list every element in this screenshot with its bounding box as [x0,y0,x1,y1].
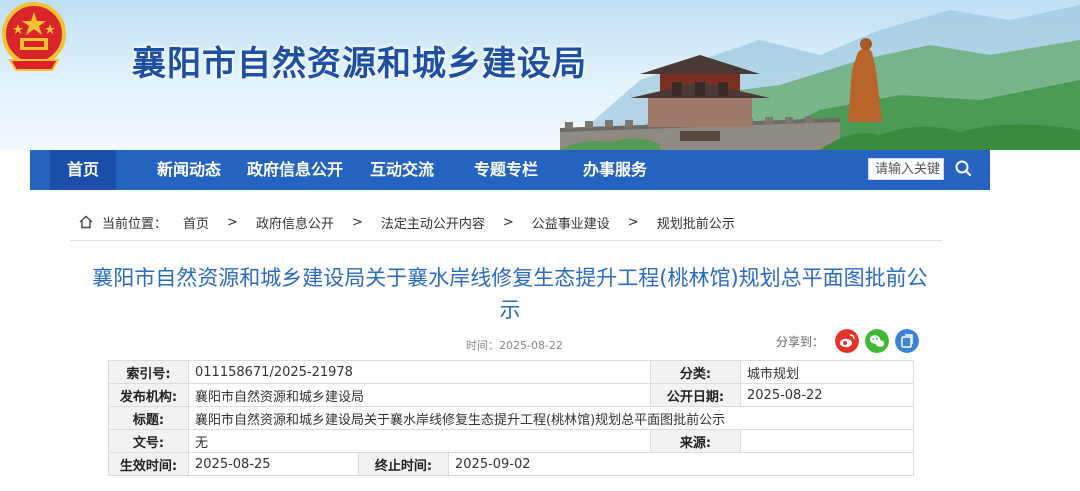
copy-share-icon[interactable] [895,329,919,353]
breadcrumb-gov-info[interactable]: 政府信息公开 [256,213,334,232]
breadcrumb-separator: > [227,214,238,230]
table-row: 标题: 襄阳市自然资源和城乡建设局关于襄水岸线修复生态提升工程(桃林馆)规划总平… [108,406,914,430]
category-label: 分类: [650,360,741,384]
nav-home[interactable]: 首页 [50,150,116,190]
publisher-label: 发布机构: [108,383,189,407]
breadcrumb-prefix: 当前位置： [102,216,168,232]
breadcrumb-public-welfare[interactable]: 公益事业建设 [532,213,610,232]
nav-news[interactable]: 新闻动态 [148,150,230,190]
site-title: 襄阳市自然资源和城乡建设局 [132,44,587,84]
breadcrumb-separator: > [351,214,363,230]
effective-value: 2025-08-25 [188,452,359,476]
article-date: 时间：2025-08-22 [466,339,563,352]
search-input[interactable]: 请输入关键 [868,158,944,180]
source-value [740,429,914,453]
expire-value: 2025-09-02 [448,452,914,476]
breadcrumb-home[interactable]: 首页 [183,213,209,232]
title-value: 襄阳市自然资源和城乡建设局关于襄水岸线修复生态提升工程(桃林馆)规划总平面图批前… [188,406,914,430]
index-value: 011158671/2025-21978 [188,360,651,384]
nav-gov-info[interactable]: 政府信息公开 [240,150,350,190]
source-label: 来源: [650,429,741,453]
national-emblem-icon [2,2,66,71]
home-icon [79,215,93,229]
breadcrumb: 当前位置： 首页 > 政府信息公开 > 法定主动公开内容 > 公益事业建设 > … [78,211,735,233]
index-label: 索引号: [108,360,189,384]
table-row: 生效时间: 2025-08-25 终止时间: 2025-09-02 [108,452,914,476]
publisher-value: 襄阳市自然资源和城乡建设局 [188,383,651,407]
docno-value: 无 [188,429,651,453]
title-label: 标题: [108,406,189,430]
nav-interaction[interactable]: 互动交流 [362,150,442,190]
article-title: 襄阳市自然资源和城乡建设局关于襄水岸线修复生态提升工程(桃林馆)规划总平面图批前… [92,266,928,322]
category-value: 城市规划 [740,360,914,384]
effective-label: 生效时间: [108,452,189,476]
docno-label: 文号: [108,429,189,453]
breadcrumb-planning-notice[interactable]: 规划批前公示 [657,213,735,232]
header-banner: 襄阳市自然资源和城乡建设局 [0,0,1080,150]
info-table: 索引号: 011158671/2025-21978 分类: 城市规划 发布机构:… [108,360,914,476]
breadcrumb-statutory[interactable]: 法定主动公开内容 [381,213,485,232]
share-label: 分享到： [776,335,825,349]
breadcrumb-divider [70,240,942,241]
expire-label: 终止时间: [358,452,449,476]
pubdate-label: 公开日期: [650,383,741,407]
search-icon[interactable] [948,156,980,182]
table-row: 索引号: 011158671/2025-21978 分类: 城市规划 [108,360,914,384]
table-row: 发布机构: 襄阳市自然资源和城乡建设局 公开日期: 2025-08-22 [108,383,914,407]
breadcrumb-separator: > [502,214,514,230]
wechat-share-icon[interactable] [865,329,889,353]
weibo-share-icon[interactable] [835,329,859,353]
nav-services[interactable]: 办事服务 [574,150,656,190]
nav-topics[interactable]: 专题专栏 [466,150,546,190]
table-row: 文号: 无 来源: [108,429,914,453]
breadcrumb-separator: > [627,214,639,230]
main-nav: 首页 新闻动态 政府信息公开 互动交流 专题专栏 办事服务 请输入关键 [30,150,990,190]
pubdate-value: 2025-08-22 [740,383,914,407]
